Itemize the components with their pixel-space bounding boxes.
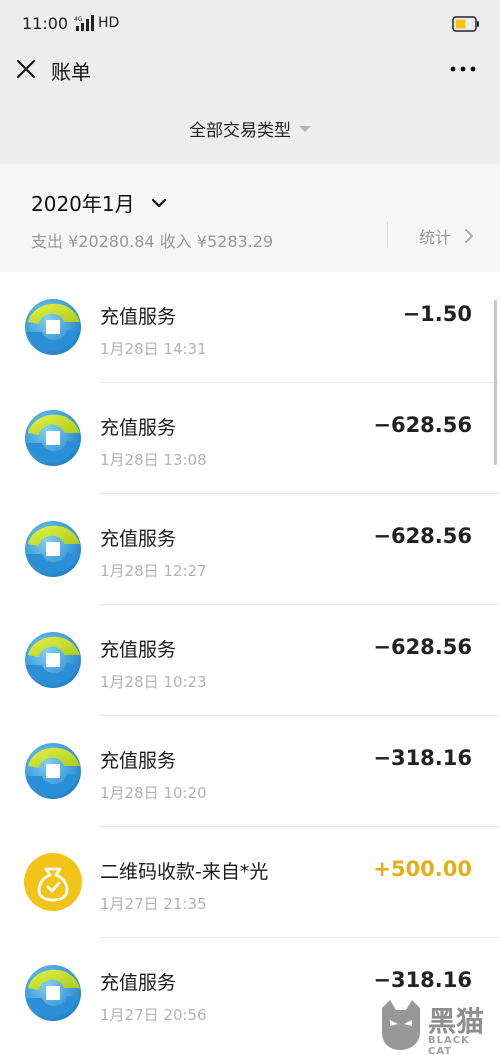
transaction-row[interactable]: 充值服务 1月28日 13:08 −628.56 (0, 383, 500, 494)
transaction-amount: +500.00 (373, 857, 472, 881)
transaction-type-filter[interactable]: 全部交易类型 (0, 100, 500, 164)
transaction-time: 1月28日 14:31 (100, 340, 207, 358)
transaction-row[interactable]: 充值服务 1月28日 10:20 −318.16 (0, 716, 500, 827)
transaction-amount: −1.50 (402, 302, 472, 326)
recharge-service-logo-icon (24, 298, 82, 356)
chevron-down-icon[interactable] (151, 197, 167, 209)
transaction-amount: −318.16 (373, 968, 472, 992)
filter-label: 全部交易类型 (189, 121, 291, 141)
network-label: HD (98, 15, 120, 31)
transaction-amount: −628.56 (373, 524, 472, 548)
transaction-time: 1月28日 12:27 (100, 562, 207, 580)
month-selector[interactable]: 2020年1月 (31, 188, 135, 217)
statistics-link[interactable]: 统计 (419, 224, 451, 248)
battery-icon (452, 16, 479, 32)
watermark-subtext: BLACK CAT (428, 1035, 470, 1055)
transaction-time: 1月28日 13:08 (100, 451, 207, 469)
close-icon[interactable] (14, 57, 38, 81)
watermark-text: 黑猫 (428, 1005, 485, 1038)
scrollbar[interactable] (494, 300, 497, 465)
transaction-title: 充值服务 (100, 972, 177, 994)
caret-down-icon (299, 126, 311, 132)
transaction-row[interactable]: 二维码收款-来自*光 1月27日 21:35 +500.00 (0, 827, 500, 938)
recharge-service-logo-icon (24, 631, 82, 689)
filter-dropdown[interactable]: 全部交易类型 (0, 116, 500, 141)
header: 账单 (0, 50, 500, 100)
recharge-service-logo-icon (24, 742, 82, 800)
transaction-amount: −628.56 (373, 413, 472, 437)
month-totals: 支出 ¥20280.84 收入 ¥5283.29 (31, 232, 274, 251)
page-title: 账单 (51, 60, 91, 84)
black-cat-logo-icon (382, 1000, 420, 1050)
transaction-title: 二维码收款-来自*光 (100, 861, 269, 883)
transaction-row[interactable]: 充值服务 1月28日 14:31 −1.50 (0, 272, 500, 383)
transaction-title: 充值服务 (100, 750, 177, 772)
qr-payment-money-bag-icon (24, 853, 82, 911)
transaction-title: 充值服务 (100, 528, 177, 550)
month-summary: 2020年1月 支出 ¥20280.84 收入 ¥5283.29 统计 (0, 164, 500, 272)
svg-text:4G: 4G (74, 16, 83, 23)
signal-4g-icon: 4G (74, 15, 94, 31)
transaction-row[interactable]: 充值服务 1月28日 10:23 −628.56 (0, 605, 500, 716)
transaction-list: 充值服务 1月28日 14:31 −1.50 充值服务 1月28日 13:08 −628.… (0, 272, 500, 1049)
transaction-time: 1月28日 10:20 (100, 784, 207, 802)
recharge-service-logo-icon (24, 520, 82, 578)
watermark: 黑猫 BLACK CAT (376, 998, 496, 1055)
transaction-title: 充值服务 (100, 417, 177, 439)
recharge-service-logo-icon (24, 409, 82, 467)
more-dots-icon[interactable] (450, 66, 476, 72)
transaction-row[interactable]: 充值服务 1月28日 12:27 −628.56 (0, 494, 500, 605)
transaction-amount: −628.56 (373, 635, 472, 659)
divider (387, 222, 388, 248)
status-time: 11:00 (22, 14, 69, 33)
transaction-time: 1月27日 20:56 (100, 1006, 207, 1024)
transaction-time: 1月27日 21:35 (100, 895, 207, 913)
transaction-time: 1月28日 10:23 (100, 673, 207, 691)
transaction-title: 充值服务 (100, 306, 177, 328)
transaction-title: 充值服务 (100, 639, 177, 661)
chevron-right-icon[interactable] (464, 228, 474, 244)
status-bar: 11:00 4G HD (0, 0, 500, 50)
recharge-service-logo-icon (24, 964, 82, 1022)
transaction-amount: −318.16 (373, 746, 472, 770)
